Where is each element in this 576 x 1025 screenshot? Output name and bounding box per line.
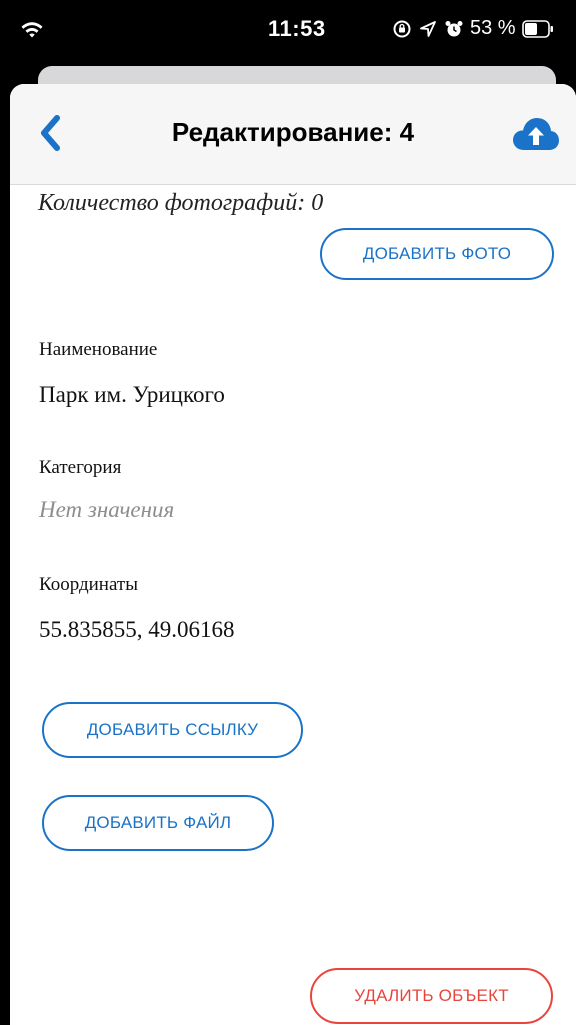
page-title: Редактирование: 4 <box>171 117 415 147</box>
photo-count-text: Количество фотографий: 0 <box>38 190 324 216</box>
navigation-bar: Редактирование: 4 <box>10 84 576 185</box>
alarm-icon <box>445 20 463 36</box>
category-label: Категория <box>39 457 122 478</box>
battery-icon <box>521 19 553 38</box>
status-bar: 11:53 53 % <box>0 0 576 60</box>
coordinates-label: Координаты <box>39 574 138 595</box>
coordinates-value[interactable]: 55.835855, 49.06168 <box>39 617 235 643</box>
screen: 11:53 53 % Редактирование: 4 Количество … <box>0 0 576 1025</box>
battery-percent: 53 % <box>470 17 516 39</box>
content-area: Количество фотографий: 0 ДОБАВИТЬ ФОТО Н… <box>10 184 576 1025</box>
add-link-button[interactable]: ДОБАВИТЬ ССЫЛКУ <box>42 702 303 758</box>
orientation-lock-icon <box>393 20 411 37</box>
add-photo-button[interactable]: ДОБАВИТЬ ФОТО <box>320 228 554 280</box>
status-indicators: 53 % <box>392 17 554 40</box>
name-value[interactable]: Парк им. Урицкого <box>39 382 225 408</box>
add-file-button[interactable]: ДОБАВИТЬ ФАЙЛ <box>42 795 274 851</box>
status-time: 11:53 <box>268 16 326 41</box>
edit-sheet: Редактирование: 4 Количество фотографий:… <box>10 84 576 1025</box>
location-arrow-icon <box>420 20 436 37</box>
cloud-upload-icon[interactable] <box>512 116 560 152</box>
delete-object-button[interactable]: УДАЛИТЬ ОБЪЕКТ <box>310 968 553 1024</box>
name-label: Наименование <box>39 339 158 360</box>
category-value[interactable]: Нет значения <box>39 497 174 523</box>
wifi-icon <box>21 22 43 38</box>
